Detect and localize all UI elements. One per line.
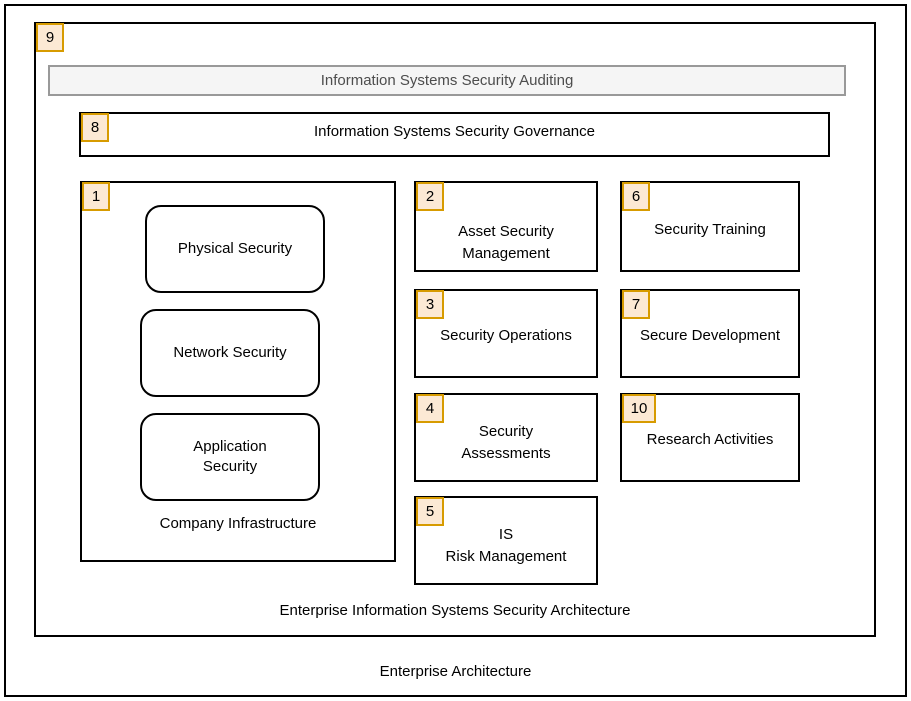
security-operations-label-line1: Security Operations <box>440 327 572 344</box>
asset-security-management-label-line1: Asset Security <box>458 223 554 240</box>
security-assessments-label: Security Assessments <box>422 421 590 465</box>
company-infrastructure-label: Company Infrastructure <box>159 515 317 532</box>
is-risk-management-label-line2: Risk Management <box>445 548 567 565</box>
research-activities-label: Research Activities <box>628 429 792 451</box>
badge-4: 4 <box>416 394 444 423</box>
enterprise-architecture-caption: Enterprise Architecture <box>379 663 532 680</box>
asset-security-management-label-line2: Management <box>462 245 550 262</box>
information-systems-security-governance-box: Information Systems Security Governance <box>79 112 830 157</box>
research-activities-label-line1: Research Activities <box>646 431 774 448</box>
network-security-box: Network Security <box>140 309 320 397</box>
badge-5: 5 <box>416 497 444 526</box>
badge-9: 9 <box>36 23 64 52</box>
badge-2: 2 <box>416 182 444 211</box>
secure-development-label-line1: Secure Development <box>639 327 781 344</box>
application-security-label: Application Security <box>193 437 266 477</box>
badge-3: 3 <box>416 290 444 319</box>
secure-development-label: Secure Development <box>628 325 792 347</box>
information-systems-security-auditing-banner: Information Systems Security Auditing <box>48 65 846 96</box>
security-assessments-label-line1: Security <box>478 423 534 440</box>
governance-label: Information Systems Security Governance <box>314 123 595 140</box>
is-risk-management-label: IS Risk Management <box>422 524 590 568</box>
security-operations-label: Security Operations <box>422 325 590 347</box>
security-training-label: Security Training <box>628 219 792 241</box>
network-security-label: Network Security <box>173 344 287 361</box>
security-assessments-label-line2: Assessments <box>461 445 551 462</box>
application-security-label-line2: Security <box>202 458 258 475</box>
asset-security-management-label: Asset Security Management <box>422 221 590 265</box>
badge-7: 7 <box>622 290 650 319</box>
badge-8: 8 <box>81 113 109 142</box>
auditing-banner-label: Information Systems Security Auditing <box>320 72 574 89</box>
badge-1: 1 <box>82 182 110 211</box>
physical-security-label: Physical Security <box>177 240 293 257</box>
is-risk-management-label-line1: IS <box>498 526 514 543</box>
physical-security-box: Physical Security <box>145 205 325 293</box>
badge-6: 6 <box>622 182 650 211</box>
badge-10: 10 <box>622 394 656 423</box>
security-training-label-line1: Security Training <box>654 221 766 238</box>
company-infrastructure-box: Physical Security Network Security Appli… <box>80 181 396 562</box>
diagram-canvas: 9 Information Systems Security Auditing … <box>0 0 911 701</box>
enterprise-is-security-architecture-caption: Enterprise Information Systems Security … <box>279 602 631 619</box>
application-security-label-line1: Application <box>193 438 267 455</box>
application-security-box: Application Security <box>140 413 320 501</box>
